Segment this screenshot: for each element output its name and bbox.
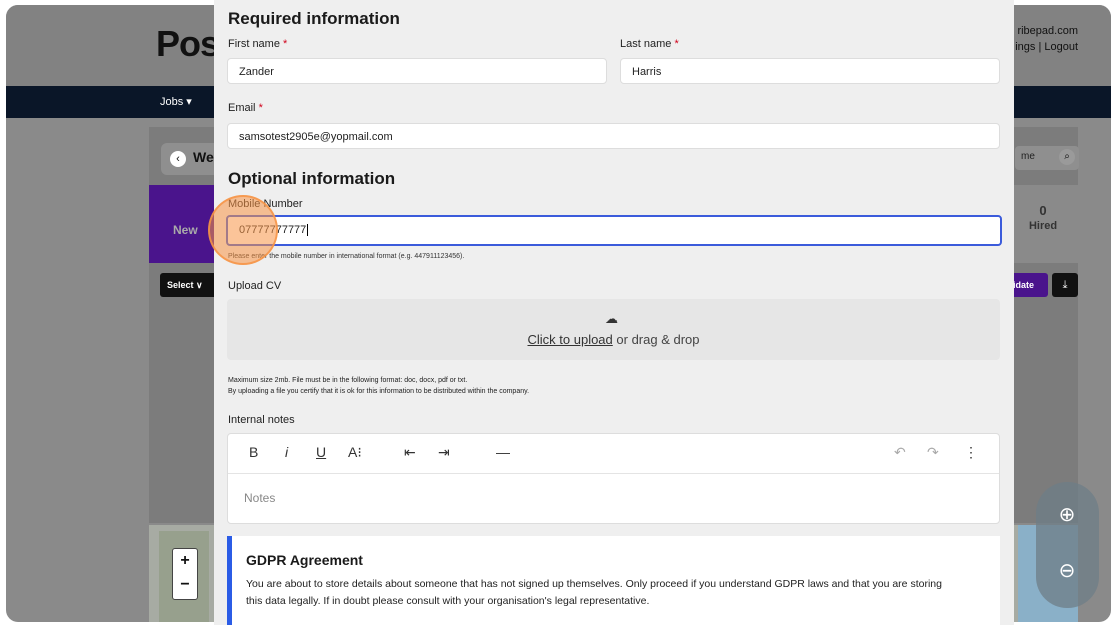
add-candidate-modal: Required information First name * Zander… xyxy=(214,0,1014,625)
internal-notes-label: Internal notes xyxy=(228,414,295,426)
search-icon[interactable]: ⌕ xyxy=(1059,149,1075,165)
editor-toolbar: B i U A⁝ ⇤ ⇥ — ↶ ↷ ⋮ xyxy=(228,434,999,474)
cv-dropzone[interactable]: ☁ Click to upload or drag & drop xyxy=(227,299,1000,360)
last-name-label: Last name * xyxy=(620,38,679,50)
upload-cv-label: Upload CV xyxy=(228,280,282,292)
search-input[interactable]: me ⌕ xyxy=(1015,146,1079,170)
gdpr-notice: GDPR Agreement You are about to store de… xyxy=(227,536,1000,625)
required-marker: * xyxy=(283,38,288,50)
notes-placeholder: Notes xyxy=(244,491,276,505)
redo-button[interactable]: ↷ xyxy=(927,444,939,461)
upload-text: Click to upload or drag & drop xyxy=(227,332,1000,347)
gdpr-text: You are about to store details about som… xyxy=(246,578,942,607)
cloud-upload-icon: ☁ xyxy=(605,311,618,326)
add-candidate-label: idate xyxy=(1013,280,1035,290)
optional-section-title: Optional information xyxy=(228,169,396,188)
zoom-out-icon[interactable]: ⊖ xyxy=(1052,556,1082,586)
download-icon[interactable]: ⤓ xyxy=(1052,273,1078,297)
email-label: Email * xyxy=(228,102,263,114)
zoom-panel: ⊕ ⊖ xyxy=(1036,482,1099,608)
last-name-value: Harris xyxy=(632,66,662,78)
first-name-field[interactable]: Zander xyxy=(227,58,607,84)
settings-logout-links[interactable]: ings | Logout xyxy=(1015,39,1078,55)
select-label: Select ∨ xyxy=(167,280,203,290)
mobile-number-field[interactable]: 07777777777 xyxy=(226,215,1002,246)
stage-hired-card[interactable]: 0 Hired xyxy=(1008,185,1078,263)
map-zoom-in-button[interactable]: + xyxy=(173,549,197,573)
page-title: We xyxy=(193,149,214,165)
map-zoom-control[interactable]: + − xyxy=(172,548,198,600)
email-label-text: Email xyxy=(228,102,256,114)
italic-button[interactable]: i xyxy=(285,444,288,460)
zoom-in-icon[interactable]: ⊕ xyxy=(1052,500,1082,530)
map-zoom-out-button[interactable]: − xyxy=(173,573,197,597)
undo-button[interactable]: ↶ xyxy=(894,444,906,461)
email-value: samsotest2905e@yopmail.com xyxy=(239,131,393,143)
drag-drop-text: or drag & drop xyxy=(612,332,700,347)
first-name-label: First name * xyxy=(228,38,287,50)
indent-button[interactable]: ⇥ xyxy=(438,444,450,461)
hired-label: Hired xyxy=(1028,220,1058,232)
user-menu: ribepad.com ings | Logout xyxy=(1015,23,1078,55)
text-caret xyxy=(307,224,309,236)
email-field[interactable]: samsotest2905e@yopmail.com xyxy=(227,123,1000,149)
underline-button[interactable]: U xyxy=(316,444,326,460)
notes-editor[interactable]: B i U A⁝ ⇤ ⇥ — ↶ ↷ ⋮ Notes xyxy=(227,433,1000,524)
required-section-title: Required information xyxy=(228,9,400,28)
required-marker: * xyxy=(674,38,679,50)
last-name-label-text: Last name xyxy=(620,38,672,50)
font-size-button[interactable]: A⁝ xyxy=(348,444,362,461)
more-options-button[interactable]: ⋮ xyxy=(964,444,978,461)
select-dropdown[interactable]: Select ∨ xyxy=(160,273,218,297)
add-candidate-button[interactable]: idate xyxy=(1010,273,1048,297)
stage-new-label: New xyxy=(173,223,198,237)
upload-size-note: Maximum size 2mb. File must be in the fo… xyxy=(228,377,468,384)
click-to-upload-link[interactable]: Click to upload xyxy=(528,332,613,347)
horizontal-rule-button[interactable]: — xyxy=(496,444,510,460)
required-marker: * xyxy=(258,102,263,114)
first-name-label-text: First name xyxy=(228,38,280,50)
site-logo[interactable]: Pos xyxy=(156,23,220,65)
upload-consent-note: By uploading a file you certify that it … xyxy=(228,388,530,395)
last-name-field[interactable]: Harris xyxy=(620,58,1000,84)
bold-button[interactable]: B xyxy=(249,444,258,460)
outdent-button[interactable]: ⇤ xyxy=(404,444,416,461)
hired-count: 0 xyxy=(1039,203,1047,218)
gdpr-title: GDPR Agreement xyxy=(246,552,363,568)
search-placeholder: me xyxy=(1021,151,1035,162)
click-indicator xyxy=(208,195,278,265)
user-domain: ribepad.com xyxy=(1017,25,1078,37)
first-name-value: Zander xyxy=(239,66,274,78)
nav-jobs-menu[interactable]: Jobs ▾ xyxy=(160,95,192,108)
chevron-left-icon: ‹ xyxy=(170,151,186,167)
